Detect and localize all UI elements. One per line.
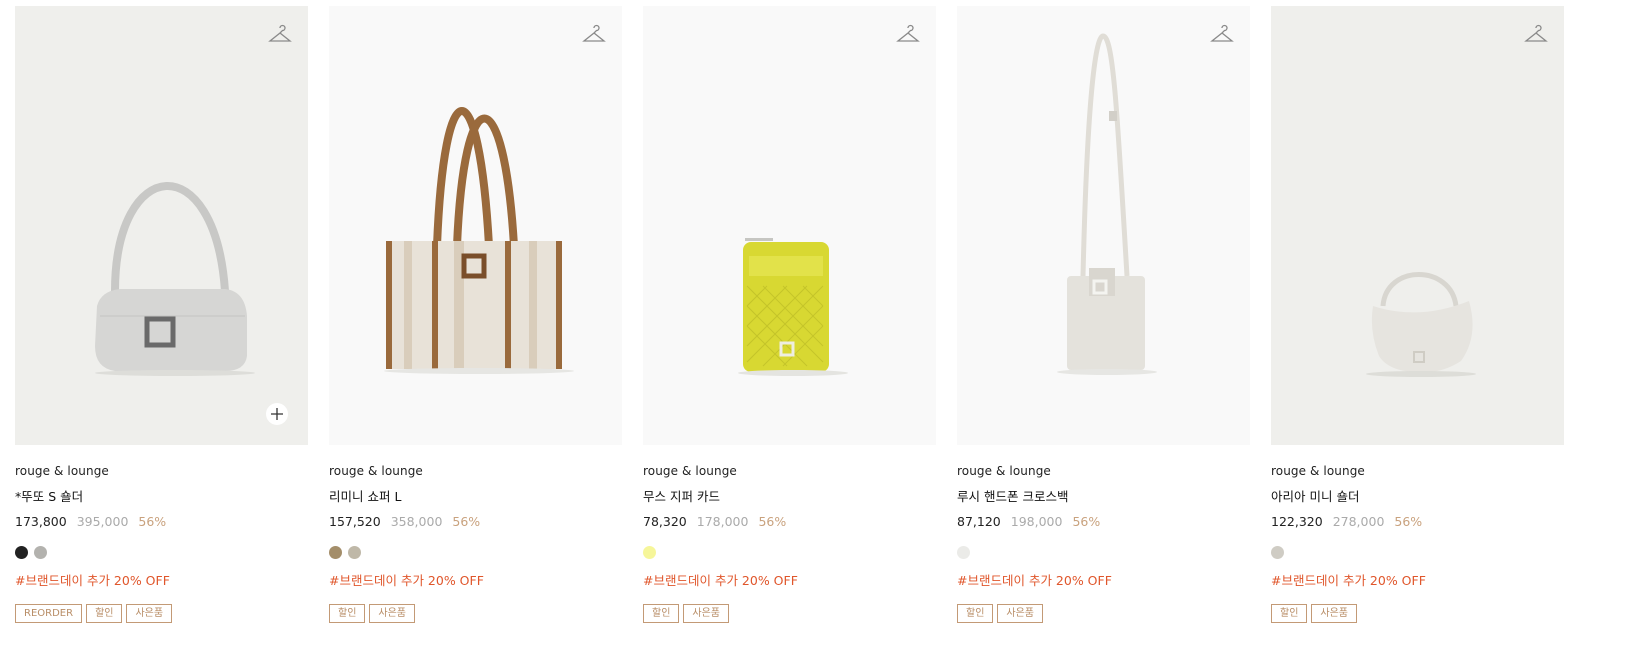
- discount-badge: 할인: [643, 604, 680, 623]
- original-price: 358,000: [390, 514, 443, 529]
- original-price: 198,000: [1010, 514, 1063, 529]
- product-name[interactable]: *뚜또 S 숄더: [15, 486, 308, 505]
- badge-list: 할인 사은품: [1271, 604, 1564, 623]
- sale-price: 78,320: [643, 514, 687, 529]
- reorder-badge: REORDER: [15, 604, 83, 623]
- product-card[interactable]: rouge & lounge 무스 지퍼 카드 78,320 178,000 5…: [643, 6, 936, 623]
- price-row: 157,520 358,000 56%: [329, 514, 622, 529]
- discount-rate: 56%: [1072, 514, 1101, 529]
- promo-text: #브랜드데이 추가 20% OFF: [1271, 573, 1426, 588]
- product-brand: rouge & lounge: [15, 464, 109, 478]
- discount-rate: 56%: [1394, 514, 1423, 529]
- add-icon[interactable]: [266, 403, 288, 425]
- original-price: 178,000: [696, 514, 749, 529]
- hanger-icon[interactable]: [582, 22, 606, 46]
- price-row: 173,800 395,000 56%: [15, 514, 308, 529]
- color-swatches: [15, 546, 308, 559]
- badge-list: 할인 사은품: [957, 604, 1250, 623]
- color-swatch[interactable]: [1271, 546, 1284, 559]
- badge-list: 할인 사은품: [643, 604, 936, 623]
- mini-shoulder-bag-image: [1366, 272, 1476, 377]
- product-image[interactable]: [957, 6, 1250, 445]
- color-swatch[interactable]: [957, 546, 970, 559]
- hanger-icon[interactable]: [1524, 22, 1548, 46]
- discount-rate: 56%: [758, 514, 787, 529]
- discount-badge: 할인: [329, 604, 366, 623]
- product-grid: rouge & lounge *뚜또 S 숄더 173,800 395,000 …: [15, 6, 1564, 623]
- product-brand: rouge & lounge: [329, 464, 423, 478]
- card-wallet-image: [738, 238, 848, 376]
- product-card[interactable]: rouge & lounge *뚜또 S 숄더 173,800 395,000 …: [15, 6, 308, 623]
- price-row: 78,320 178,000 56%: [643, 514, 936, 529]
- sale-price: 122,320: [1271, 514, 1323, 529]
- sale-price: 87,120: [957, 514, 1001, 529]
- gift-badge: 사은품: [1311, 604, 1358, 623]
- tote-bag-image: [384, 107, 574, 374]
- price-row: 87,120 198,000 56%: [957, 514, 1250, 529]
- badge-list: 할인 사은품: [329, 604, 622, 623]
- gift-badge: 사은품: [683, 604, 730, 623]
- sale-price: 157,520: [329, 514, 381, 529]
- product-card[interactable]: rouge & lounge 아리아 미니 숄더 122,320 278,000…: [1271, 6, 1564, 623]
- product-name[interactable]: 무스 지퍼 카드: [643, 486, 936, 505]
- color-swatches: [643, 546, 936, 559]
- color-swatch[interactable]: [348, 546, 361, 559]
- product-name[interactable]: 아리아 미니 숄더: [1271, 486, 1564, 505]
- promo-text: #브랜드데이 추가 20% OFF: [957, 573, 1112, 588]
- product-brand: rouge & lounge: [1271, 464, 1365, 478]
- color-swatch[interactable]: [643, 546, 656, 559]
- gift-badge: 사은품: [369, 604, 416, 623]
- price-row: 122,320 278,000 56%: [1271, 514, 1564, 529]
- color-swatch[interactable]: [15, 546, 28, 559]
- discount-rate: 56%: [452, 514, 481, 529]
- promo-text: #브랜드데이 추가 20% OFF: [329, 573, 484, 588]
- product-brand: rouge & lounge: [957, 464, 1051, 478]
- product-card[interactable]: rouge & lounge 리미니 쇼퍼 L 157,520 358,000 …: [329, 6, 622, 623]
- sale-price: 173,800: [15, 514, 67, 529]
- product-image[interactable]: [1271, 6, 1564, 445]
- product-image[interactable]: [15, 6, 308, 445]
- color-swatches: [1271, 546, 1564, 559]
- discount-rate: 56%: [138, 514, 167, 529]
- hanger-icon[interactable]: [268, 22, 292, 46]
- hanger-icon[interactable]: [896, 22, 920, 46]
- promo-text: #브랜드데이 추가 20% OFF: [643, 573, 798, 588]
- product-name[interactable]: 루시 핸드폰 크로스백: [957, 486, 1250, 505]
- gift-badge: 사은품: [126, 604, 173, 623]
- shoulder-bag-image: [95, 182, 255, 376]
- badge-list: REORDER 할인 사은품: [15, 604, 308, 623]
- discount-badge: 할인: [86, 604, 123, 623]
- product-card[interactable]: rouge & lounge 루시 핸드폰 크로스백 87,120 198,00…: [957, 6, 1250, 623]
- color-swatch[interactable]: [329, 546, 342, 559]
- original-price: 278,000: [1332, 514, 1385, 529]
- gift-badge: 사은품: [997, 604, 1044, 623]
- product-name[interactable]: 리미니 쇼퍼 L: [329, 486, 622, 505]
- discount-badge: 할인: [1271, 604, 1308, 623]
- product-image[interactable]: [643, 6, 936, 445]
- color-swatch[interactable]: [34, 546, 47, 559]
- original-price: 395,000: [76, 514, 129, 529]
- color-swatches: [957, 546, 1250, 559]
- product-image[interactable]: [329, 6, 622, 445]
- color-swatches: [329, 546, 622, 559]
- crossbody-bag-image: [1057, 33, 1157, 375]
- discount-badge: 할인: [957, 604, 994, 623]
- promo-text: #브랜드데이 추가 20% OFF: [15, 573, 170, 588]
- hanger-icon[interactable]: [1210, 22, 1234, 46]
- product-brand: rouge & lounge: [643, 464, 737, 478]
